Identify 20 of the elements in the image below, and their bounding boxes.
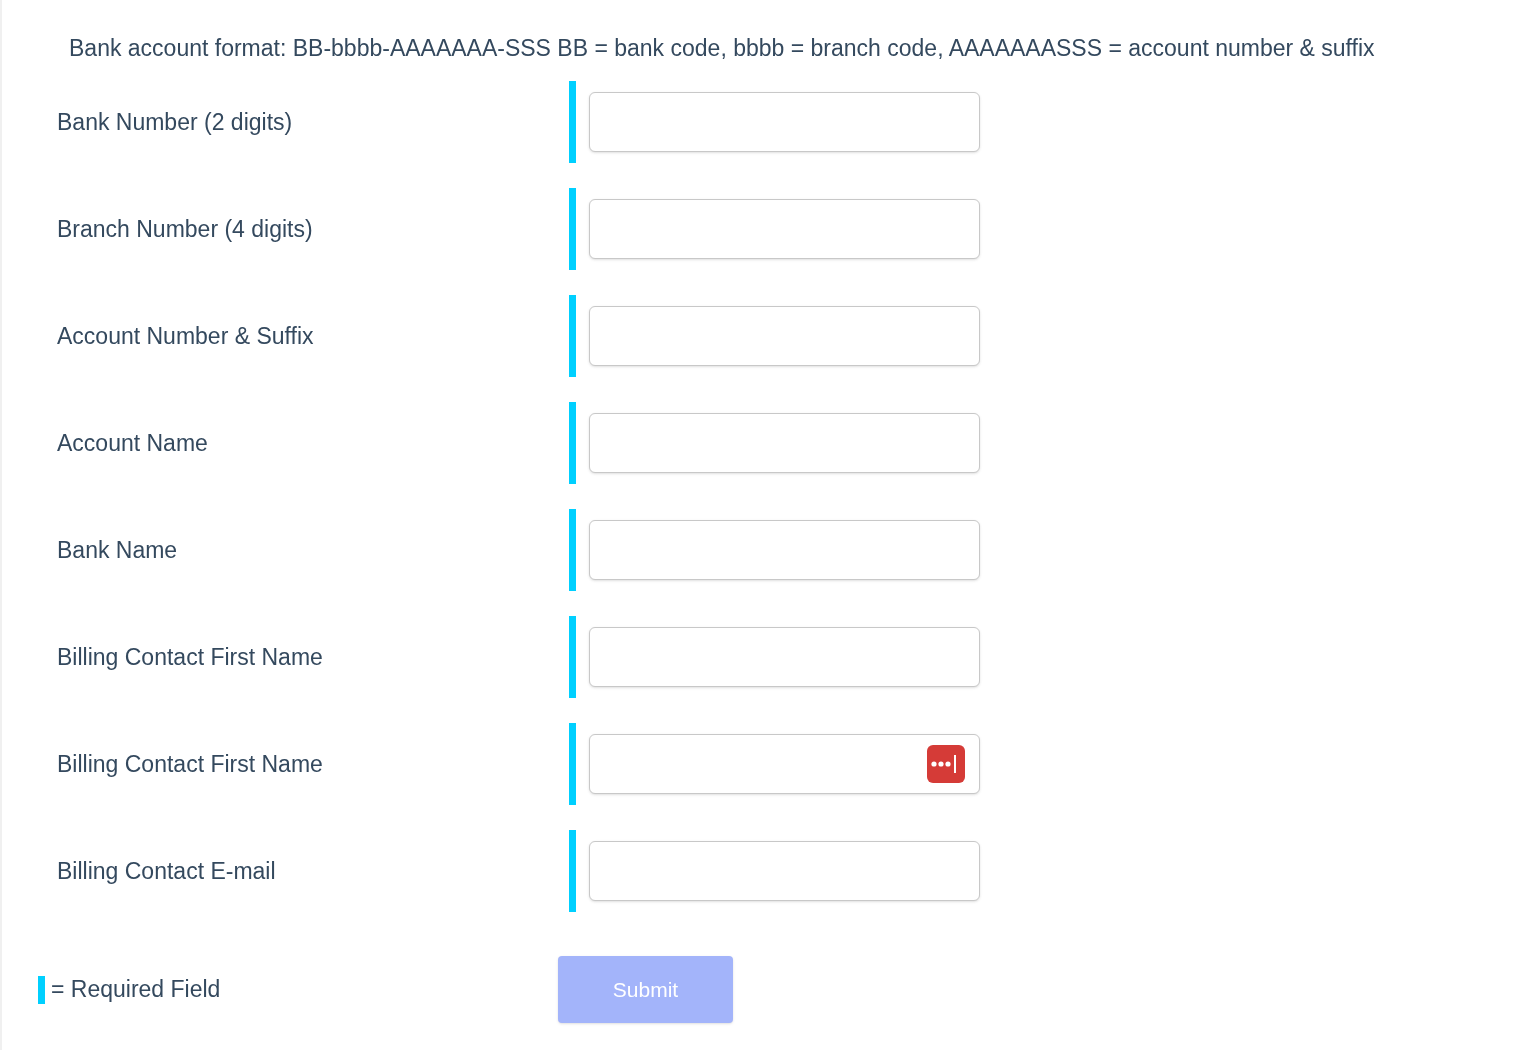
field-label: Account Name <box>57 429 208 456</box>
field-label: Branch Number (4 digits) <box>57 215 313 242</box>
input-field[interactable] <box>589 306 980 366</box>
field-label: Billing Contact First Name <box>57 750 323 777</box>
input-field[interactable] <box>589 413 980 473</box>
format-note: Bank account format: BB-bbbb-AAAAAAA-SSS BB = bank code, bbbb = branch code, AAAAAAASSS = account number & suffix <box>69 34 1375 63</box>
input-field[interactable] <box>589 520 980 580</box>
legend-text: = Required Field <box>51 975 221 1005</box>
input-field[interactable] <box>589 199 980 259</box>
input-field[interactable] <box>589 627 980 687</box>
input-field[interactable] <box>589 734 980 794</box>
input-field[interactable] <box>589 92 980 152</box>
field-label: Billing Contact First Name <box>57 643 323 670</box>
input-field[interactable] <box>589 841 980 901</box>
field-label: Account Number & Suffix <box>57 322 314 349</box>
field-label: Bank Name <box>57 536 178 563</box>
password-manager-icon[interactable] <box>927 745 965 783</box>
required-marker <box>38 975 45 1004</box>
field-label: Billing Contact E-mail <box>57 857 276 884</box>
field-label: Bank Number (2 digits) <box>57 108 293 135</box>
